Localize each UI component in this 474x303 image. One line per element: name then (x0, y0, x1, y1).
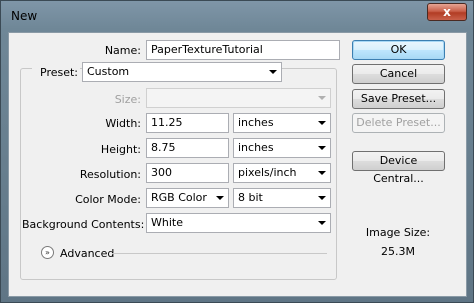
color-mode-value: RGB Color (151, 191, 207, 204)
chevron-down-icon (318, 96, 326, 100)
advanced-label[interactable]: Advanced (60, 247, 114, 260)
delete-preset-button[interactable]: Delete Preset... (352, 113, 445, 133)
chevron-down-icon (318, 146, 326, 150)
cancel-button[interactable]: Cancel (352, 64, 445, 84)
chevron-down-icon (269, 70, 277, 74)
height-input[interactable]: 8.75 (146, 138, 229, 158)
device-central-button[interactable]: Device Central... (352, 151, 445, 185)
height-label: Height: (100, 143, 141, 156)
name-label: Name: (104, 44, 141, 57)
ok-button[interactable]: OK (352, 40, 445, 60)
chevron-down-icon (216, 196, 224, 200)
background-contents-value: White (151, 216, 183, 229)
resolution-unit-value: pixels/inch (238, 166, 297, 179)
width-unit-value: inches (238, 116, 274, 129)
width-label: Width: (105, 117, 141, 130)
name-input[interactable]: PaperTextureTutorial (146, 40, 340, 60)
chevron-down-icon (318, 196, 326, 200)
chevron-down-icon (318, 121, 326, 125)
bit-depth-value: 8 bit (238, 191, 263, 204)
close-icon: x (443, 5, 451, 19)
title-bar[interactable]: New x (1, 1, 473, 31)
background-contents-label: Background Contents: (22, 218, 145, 231)
close-button[interactable]: x (427, 3, 467, 21)
bit-depth-select[interactable]: 8 bit (233, 188, 331, 208)
preset-value: Custom (87, 65, 130, 78)
width-input[interactable]: 11.25 (146, 113, 229, 133)
size-label: Size: (114, 93, 141, 106)
resolution-label: Resolution: (79, 168, 141, 181)
image-size-value: 25.3M (381, 245, 415, 258)
color-mode-select[interactable]: RGB Color (146, 188, 229, 208)
save-preset-button[interactable]: Save Preset... (352, 89, 445, 109)
chevron-down-icon (318, 171, 326, 175)
advanced-divider (112, 253, 327, 254)
background-contents-select[interactable]: White (146, 213, 331, 233)
color-mode-label: Color Mode: (75, 193, 141, 206)
image-size-label: Image Size: (365, 226, 431, 239)
expand-chevron-icon[interactable]: » (41, 246, 54, 259)
preset-label: Preset: (40, 66, 79, 79)
resolution-input[interactable]: 300 (146, 163, 229, 183)
dialog-title: New (11, 9, 38, 23)
width-unit-select[interactable]: inches (233, 113, 331, 133)
size-select[interactable] (146, 88, 331, 108)
chevron-down-icon (318, 221, 326, 225)
height-unit-select[interactable]: inches (233, 138, 331, 158)
height-unit-value: inches (238, 141, 274, 154)
preset-select[interactable]: Custom (82, 62, 282, 82)
resolution-unit-select[interactable]: pixels/inch (233, 163, 331, 183)
